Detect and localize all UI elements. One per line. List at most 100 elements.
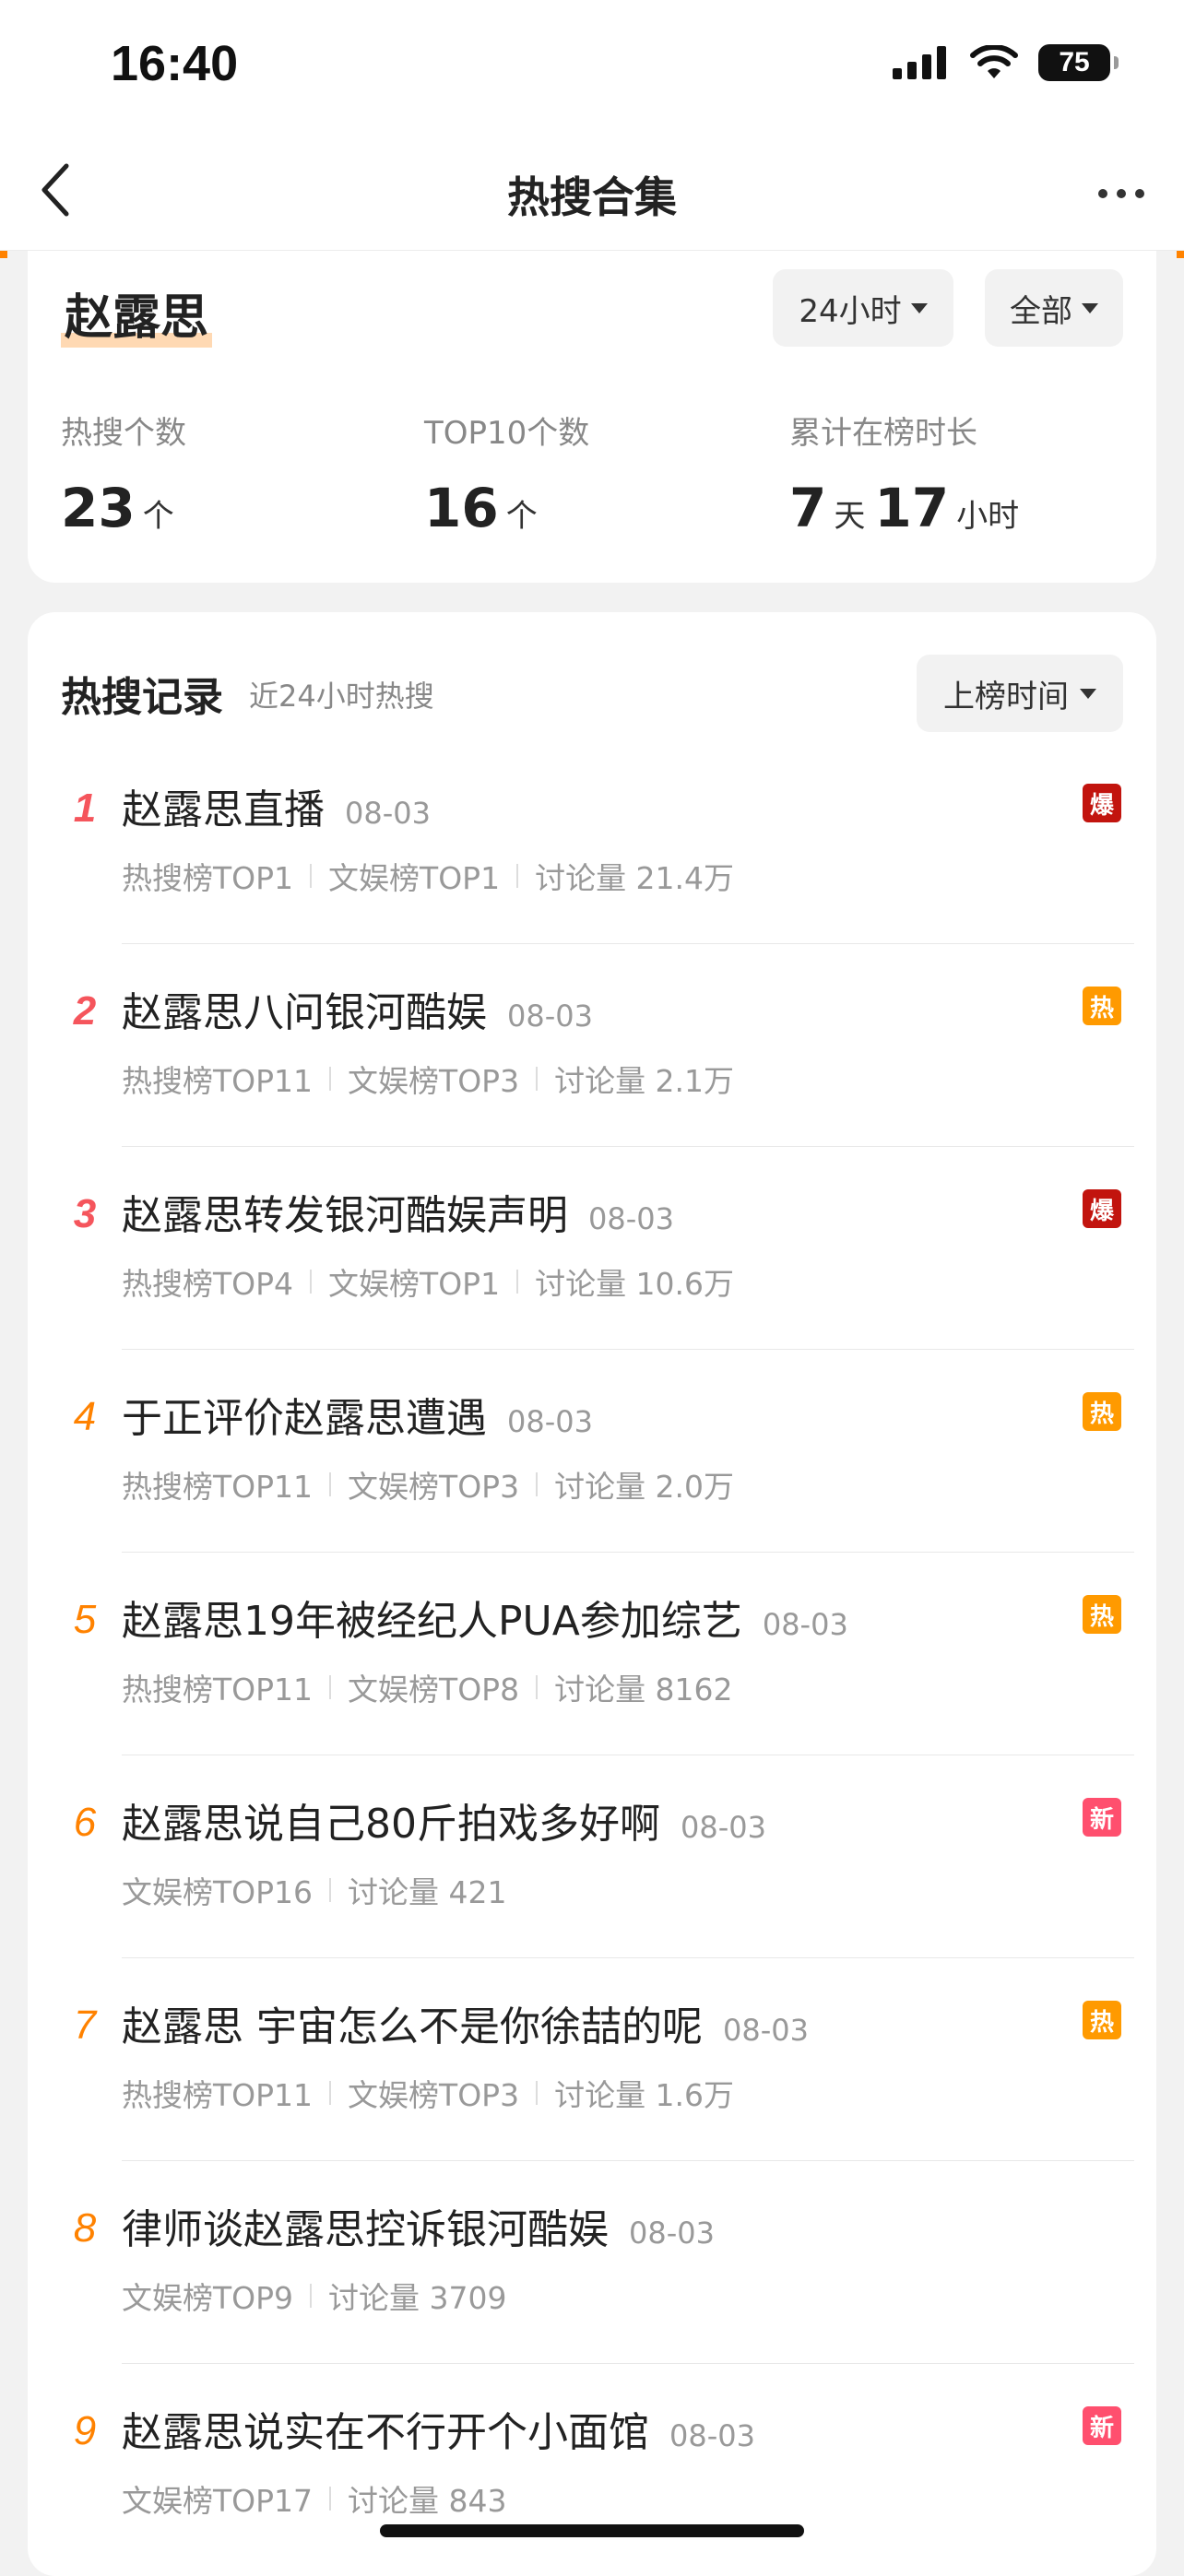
meta-separator xyxy=(329,2081,332,2105)
list-item[interactable]: 3 赵露思转发银河酷娱声明 08-03 热搜榜TOP4 文娱榜TOP1 讨论量 10.6万… xyxy=(28,1147,1156,1350)
summary-card: 赵露思 24小时 全部 热搜个数 23 个 TOP10个数 16 个 累计在榜时长 … xyxy=(28,251,1156,583)
meta-text: 讨论量 10.6万 xyxy=(535,1266,735,1302)
meta-separator xyxy=(329,2487,332,2511)
list-item[interactable]: 1 赵露思直播 08-03 热搜榜TOP1 文娱榜TOP1 讨论量 21.4万 爆 xyxy=(28,741,1156,944)
status-badge: 热 xyxy=(1083,987,1121,1025)
item-title-text: 律师谈赵露思控诉银河酷娱 xyxy=(122,2206,609,2253)
scope-dropdown[interactable]: 全部 xyxy=(985,269,1123,347)
item-meta: 热搜榜TOP1 文娱榜TOP1 讨论量 21.4万 xyxy=(122,854,734,898)
list-item[interactable]: 5 赵露思19年被经纪人PUA参加综艺 08-03 热搜榜TOP11 文娱榜TOP8 讨论… xyxy=(28,1553,1156,1755)
meta-text: 文娱榜TOP1 xyxy=(328,860,501,896)
item-title-text: 于正评价赵露思遭遇 xyxy=(122,1395,487,1442)
meta-separator xyxy=(516,864,519,888)
meta-text: 文娱榜TOP1 xyxy=(328,1266,501,1302)
rank-number: 6 xyxy=(73,1800,97,1845)
stat-hours: 17 xyxy=(874,477,950,539)
scope-label: 全部 xyxy=(1010,292,1072,330)
item-title-text: 赵露思说实在不行开个小面馆 xyxy=(122,2409,649,2456)
item-meta: 文娱榜TOP17 讨论量 843 xyxy=(122,2476,507,2521)
meta-separator xyxy=(310,1270,313,1294)
list-item[interactable]: 4 于正评价赵露思遭遇 08-03 热搜榜TOP11 文娱榜TOP3 讨论量 2.0万 热 xyxy=(28,1350,1156,1553)
meta-text: 讨论量 2.0万 xyxy=(554,1469,735,1505)
item-meta: 文娱榜TOP9 讨论量 3709 xyxy=(122,2274,507,2318)
stat-days: 7 xyxy=(789,477,827,539)
list-item[interactable]: 6 赵露思说自己80斤拍戏多好啊 08-03 文娱榜TOP16 讨论量 421 新 xyxy=(28,1755,1156,1958)
meta-separator xyxy=(329,1675,332,1699)
item-meta: 热搜榜TOP11 文娱榜TOP3 讨论量 1.6万 xyxy=(122,2071,734,2115)
item-title-text: 赵露思八问银河酷娱 xyxy=(122,989,487,1036)
status-time: 16:40 xyxy=(111,36,239,91)
meta-text: 讨论量 21.4万 xyxy=(535,860,735,896)
stat-value: 7 天 17 小时 xyxy=(789,477,1028,539)
stat-unit: 个 xyxy=(505,498,538,535)
rank-number: 4 xyxy=(73,1394,97,1439)
item-title-text: 赵露思转发银河酷娱声明 xyxy=(122,1192,568,1239)
stat-duration: 累计在榜时长 7 天 17 小时 xyxy=(789,408,1028,539)
records-card: 热搜记录 近24小时热搜 上榜时间 1 赵露思直播 08-03 热搜榜TOP1 文娱榜T… xyxy=(28,612,1156,2576)
meta-separator xyxy=(329,1067,332,1091)
stat-label: 热搜个数 xyxy=(61,415,186,452)
sort-label: 上榜时间 xyxy=(943,678,1069,715)
stat-value: 16 个 xyxy=(424,477,589,539)
meta-text: 讨论量 3709 xyxy=(328,2280,507,2316)
time-range-label: 24小时 xyxy=(799,292,902,330)
more-button[interactable] xyxy=(1084,166,1158,221)
stat-days-unit: 天 xyxy=(834,498,866,535)
list-item[interactable]: 8 律师谈赵露思控诉银河酷娱 08-03 文娱榜TOP9 讨论量 3709 xyxy=(28,2161,1156,2364)
status-bar: 16:40 75 xyxy=(0,0,1184,129)
status-badge: 热 xyxy=(1083,1392,1121,1431)
status-badge: 热 xyxy=(1083,1595,1121,1634)
item-date: 08-03 xyxy=(629,2216,715,2251)
stat-label: TOP10个数 xyxy=(424,415,590,452)
stat-label: 累计在榜时长 xyxy=(789,415,977,452)
list-item[interactable]: 7 赵露思 宇宙怎么不是你徐喆的呢 08-03 热搜榜TOP11 文娱榜TOP3 讨论量 … xyxy=(28,1958,1156,2161)
rank-number: 1 xyxy=(73,786,97,831)
sort-dropdown[interactable]: 上榜时间 xyxy=(917,655,1123,732)
meta-separator xyxy=(329,1472,332,1496)
meta-text: 热搜榜TOP4 xyxy=(122,1266,294,1302)
meta-text: 讨论量 2.1万 xyxy=(554,1063,735,1099)
status-badge: 热 xyxy=(1083,2001,1121,2039)
meta-text: 热搜榜TOP11 xyxy=(122,1469,314,1505)
meta-text: 讨论量 8162 xyxy=(554,1672,733,1707)
list-item[interactable]: 2 赵露思八问银河酷娱 08-03 热搜榜TOP11 文娱榜TOP3 讨论量 2.1万 热 xyxy=(28,944,1156,1147)
item-date: 08-03 xyxy=(588,1201,674,1236)
item-meta: 热搜榜TOP11 文娱榜TOP3 讨论量 2.1万 xyxy=(122,1057,734,1101)
rank-number: 2 xyxy=(73,988,97,1034)
item-date: 08-03 xyxy=(762,1607,848,1642)
page-title: 热搜合集 xyxy=(507,172,677,222)
accent-edge-right xyxy=(1177,251,1184,258)
item-meta: 热搜榜TOP11 文娱榜TOP8 讨论量 8162 xyxy=(122,1665,733,1709)
status-icons: 75 xyxy=(893,44,1119,81)
rank-number: 5 xyxy=(73,1597,97,1642)
meta-separator xyxy=(329,1878,332,1902)
item-title: 赵露思19年被经纪人PUA参加综艺 08-03 xyxy=(122,1588,848,1647)
item-date: 08-03 xyxy=(669,2418,755,2453)
meta-text: 文娱榜TOP3 xyxy=(348,2077,520,2113)
wifi-icon xyxy=(970,45,1018,78)
meta-separator xyxy=(536,1675,539,1699)
signal-icon xyxy=(893,46,946,79)
stat-hot-count: 热搜个数 23 个 xyxy=(61,408,186,539)
home-indicator[interactable] xyxy=(380,2524,804,2537)
item-date: 08-03 xyxy=(723,2013,809,2048)
meta-separator xyxy=(516,1270,519,1294)
meta-text: 讨论量 843 xyxy=(348,2483,507,2519)
meta-text: 热搜榜TOP11 xyxy=(122,1063,314,1099)
stat-unit: 个 xyxy=(142,498,174,535)
meta-text: 热搜榜TOP11 xyxy=(122,1672,314,1707)
nav-bar: 热搜合集 xyxy=(0,129,1184,251)
item-title: 赵露思说实在不行开个小面馆 08-03 xyxy=(122,2399,755,2458)
meta-text: 文娱榜TOP3 xyxy=(348,1063,520,1099)
record-list: 1 赵露思直播 08-03 热搜榜TOP1 文娱榜TOP1 讨论量 21.4万爆 2 赵露思八… xyxy=(28,741,1156,2567)
item-title: 赵露思直播 08-03 xyxy=(122,776,431,835)
status-badge: 爆 xyxy=(1083,1189,1121,1228)
stat-top10-count: TOP10个数 16 个 xyxy=(424,408,589,539)
item-meta: 文娱榜TOP16 讨论量 421 xyxy=(122,1868,507,1912)
time-range-dropdown[interactable]: 24小时 xyxy=(773,269,953,347)
rank-number: 9 xyxy=(73,2408,97,2453)
item-meta: 热搜榜TOP11 文娱榜TOP3 讨论量 2.0万 xyxy=(122,1462,734,1507)
meta-separator xyxy=(536,1067,539,1091)
item-date: 08-03 xyxy=(507,1404,593,1439)
item-title: 于正评价赵露思遭遇 08-03 xyxy=(122,1385,593,1444)
